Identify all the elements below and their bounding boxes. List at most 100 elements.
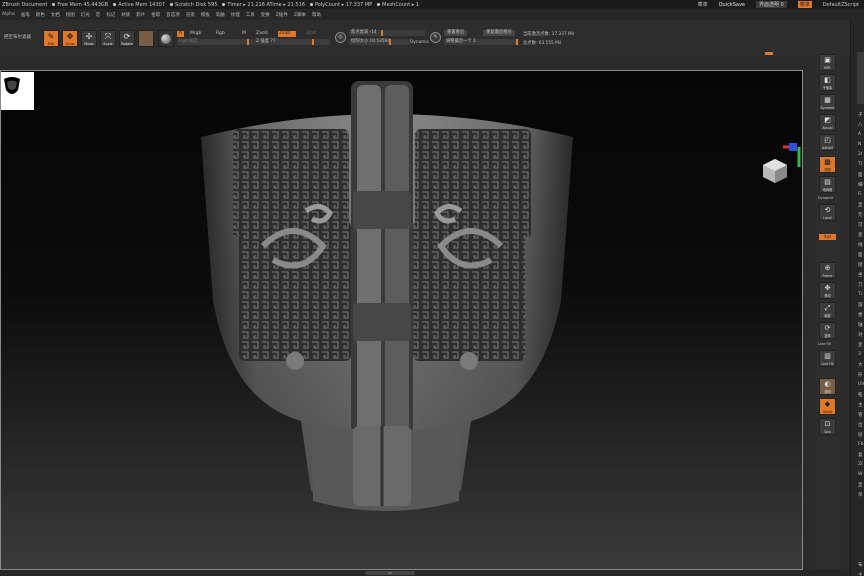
focal-shift-icon[interactable]: ◎	[335, 32, 346, 43]
palette-item[interactable]: 管	[858, 412, 863, 418]
bpr-button[interactable]: ▣ BPR	[819, 54, 836, 71]
floor-grid-button[interactable]: ▤ 地网格	[819, 176, 836, 193]
dynamic-persp-button[interactable]: ▦ Dynamic	[819, 94, 836, 111]
draw-size-slider[interactable]: 绘制大小 10.53594	[349, 39, 409, 45]
a-toggle[interactable]: A	[177, 31, 185, 37]
menu-item[interactable]: 灯光	[81, 12, 90, 18]
menu-item[interactable]: 首选项	[166, 12, 180, 18]
zsub-toggle[interactable]: Zsub	[278, 31, 296, 37]
palette-item[interactable]: 刀	[858, 282, 863, 288]
palette-item[interactable]: 层	[858, 432, 863, 438]
draw-button[interactable]: ✥ Draw	[62, 30, 78, 47]
palette-item[interactable]: 复	[858, 452, 863, 458]
menu-item[interactable]: 标记	[106, 12, 115, 18]
menus-label[interactable]: 菜单	[698, 1, 708, 8]
zadd-toggle[interactable]: Zadd	[256, 31, 268, 37]
m-toggle[interactable]: M	[242, 31, 246, 37]
menu-item[interactable]: 变换	[261, 12, 270, 18]
palette-item[interactable]: 可	[858, 222, 863, 228]
transparent-button[interactable]: ◐ 透明	[819, 378, 836, 395]
palette-item[interactable]: W	[858, 472, 862, 477]
menu-item[interactable]: Alpha	[2, 12, 15, 17]
palette-item[interactable]: 子	[858, 112, 863, 118]
scale-button[interactable]: ⤧ Scale	[100, 30, 116, 47]
aahalf-button[interactable]: ◰ AAHalf	[819, 134, 836, 151]
menu-item[interactable]: 帮助	[312, 12, 321, 18]
mrgb-toggle[interactable]: Mrgb	[190, 31, 201, 37]
solo-button[interactable]: ⊡ Solo	[819, 418, 836, 435]
menu-item[interactable]: 拾取	[151, 12, 160, 18]
palette-item[interactable]: 显	[858, 202, 863, 208]
palette-item[interactable]: 对	[858, 332, 863, 338]
menu-button[interactable]: 菜单	[797, 1, 812, 8]
polyframe-button[interactable]: ▥ Line Fill	[819, 350, 836, 367]
menu-item[interactable]: 纹理	[231, 12, 240, 18]
palette-item[interactable]: 主	[858, 572, 863, 576]
palette-item[interactable]: 变	[858, 232, 863, 238]
palette-item[interactable]: T(	[858, 162, 863, 167]
palette-item[interactable]: Z(	[858, 462, 863, 467]
edit-button[interactable]: ✎ Edit	[43, 30, 59, 47]
reset-pivot-button[interactable]: 重置重启	[444, 30, 468, 36]
default-script-button[interactable]: DefaultZScript	[823, 2, 859, 8]
palette-item[interactable]: 旋	[858, 302, 863, 308]
menu-item[interactable]: 宏	[96, 12, 101, 18]
focal-shift-slider[interactable]: 焦点衰减 -14	[349, 30, 425, 36]
palette-item[interactable]: A	[858, 132, 861, 137]
interface-transparency-slider[interactable]: 界面透明 0	[756, 1, 787, 8]
menu-item[interactable]: 材质	[121, 12, 130, 18]
palette-item[interactable]: 细	[858, 182, 863, 188]
rotate-view-button[interactable]: ⟳ 旋转	[819, 322, 836, 339]
palette-item[interactable]: 接	[858, 262, 863, 268]
palette-item[interactable]: 面	[858, 172, 863, 178]
rgb-toggle[interactable]: Rgb	[216, 31, 225, 37]
brush-swatch[interactable]	[138, 30, 154, 47]
menu-item[interactable]: 颜色	[36, 12, 45, 18]
menu-item[interactable]: 文档	[51, 12, 60, 18]
zcut-toggle[interactable]: Zcut	[306, 31, 316, 37]
palette-item[interactable]: Ti	[858, 292, 862, 297]
scale-view-button[interactable]: ⤢ 缩放	[819, 302, 836, 319]
rgb-intensity-slider[interactable]: Rgb 强度	[177, 39, 253, 45]
menu-item[interactable]: Z脚本	[294, 12, 306, 18]
menu-item[interactable]: 影片	[136, 12, 145, 18]
adjust-last-slider[interactable]: 调整最后一个 1	[444, 39, 519, 45]
frame-button[interactable]: ⊕ Frame	[819, 262, 836, 279]
subpixel-button[interactable]: ◧ 子像素	[819, 74, 836, 91]
palette-item[interactable]: N	[858, 142, 861, 147]
actual-size-button[interactable]: ◩ Actual	[819, 114, 836, 131]
palette-item[interactable]: 拓	[858, 392, 863, 398]
palette-item[interactable]: Fi	[858, 192, 862, 197]
palette-item[interactable]: Fb	[858, 442, 863, 447]
palette-item[interactable]: 显	[858, 482, 863, 488]
palette-item[interactable]: 更	[858, 312, 863, 318]
palette-item[interactable]: 面	[858, 252, 863, 258]
tray-toggle-handle[interactable]: ▴▾	[365, 571, 415, 575]
palette-item[interactable]: 2(	[858, 152, 863, 157]
move-button[interactable]: ✢ Move	[81, 30, 97, 47]
menu-item[interactable]: 工具	[246, 12, 255, 18]
palette-item[interactable]: 线	[858, 242, 863, 248]
menu-item[interactable]: 画笔	[21, 12, 30, 18]
dynamic-toggle[interactable]: Dynamic	[410, 40, 429, 45]
menu-item[interactable]: 模板	[201, 12, 210, 18]
palette-item[interactable]: 变	[858, 342, 863, 348]
menu-item[interactable]: 绘图	[66, 12, 75, 18]
menu-item[interactable]: 渲染	[186, 12, 195, 18]
perspective-button[interactable]: ▩ 透视	[819, 156, 836, 173]
lazy-mouse-icon[interactable]: ✎	[430, 32, 441, 43]
palette-item[interactable]: 大	[858, 362, 863, 368]
replay-last-rel-button[interactable]: 重复最后相对	[483, 30, 515, 36]
palette-item[interactable]: 八	[858, 122, 863, 128]
tool-thumbnail[interactable]	[857, 52, 864, 104]
palette-item[interactable]: 3	[858, 352, 861, 357]
palette-item[interactable]: 形	[858, 372, 863, 378]
move-view-button[interactable]: ✥ 移动	[819, 282, 836, 299]
palette-item[interactable]: 轴	[858, 322, 863, 328]
canvas-viewport[interactable]	[0, 70, 803, 570]
local-button[interactable]: ⟲ Local	[819, 204, 836, 221]
palette-item[interactable]: 单	[858, 492, 863, 498]
menu-item[interactable]: Z插件	[276, 12, 288, 18]
palette-item[interactable]: 主	[858, 402, 863, 408]
palette-item[interactable]: 坐	[858, 272, 863, 278]
